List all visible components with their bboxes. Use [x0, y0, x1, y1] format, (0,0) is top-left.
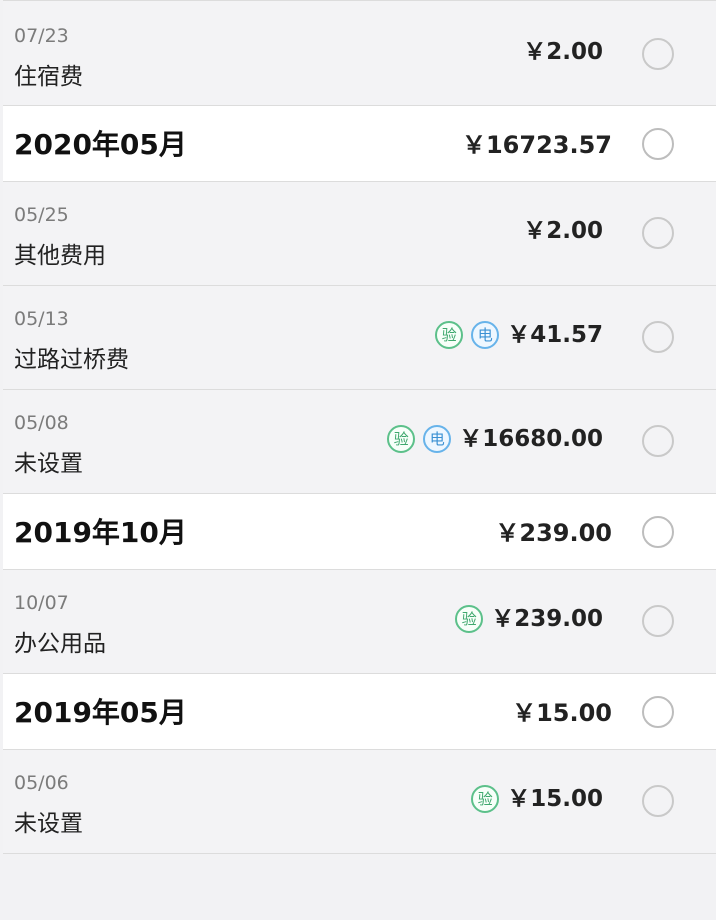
- expense-amount: ￥2.00: [523, 218, 603, 244]
- amount-area: 验 ￥239.00: [455, 604, 603, 634]
- month-header-row[interactable]: 2020年05月 ￥16723.57: [3, 106, 716, 182]
- verified-icon: 验: [387, 425, 416, 453]
- expense-date: 05/13: [14, 308, 69, 330]
- expense-item-row[interactable]: 05/08 未设置 验电 ￥16680.00: [3, 390, 716, 494]
- electronic-invoice-icon: 电: [471, 321, 500, 349]
- month-label: 2019年05月: [14, 696, 187, 729]
- expense-date: 05/08: [14, 412, 69, 434]
- month-total-amount: ￥239.00: [495, 519, 612, 547]
- amount-area: 验电 ￥16680.00: [387, 424, 603, 454]
- verified-icon: 验: [471, 785, 500, 813]
- expense-amount: ￥2.00: [523, 39, 603, 65]
- month-total-amount: ￥15.00: [512, 699, 612, 727]
- expense-category: 未设置: [14, 451, 83, 477]
- amount-area: 验 ￥15.00: [471, 784, 603, 814]
- select-month-radio[interactable]: [642, 696, 674, 728]
- electronic-invoice-icon: 电: [423, 425, 452, 453]
- expense-amount: ￥41.57: [507, 322, 603, 348]
- amount-area: ￥2.00: [523, 37, 603, 67]
- verified-icon: 验: [435, 321, 464, 349]
- expense-item-row[interactable]: 10/07 办公用品 验 ￥239.00: [3, 570, 716, 674]
- month-header-row[interactable]: 2019年10月 ￥239.00: [3, 494, 716, 570]
- select-item-radio[interactable]: [642, 38, 674, 70]
- expense-date: 07/23: [14, 25, 69, 47]
- expense-amount: ￥15.00: [507, 786, 603, 812]
- expense-category: 办公用品: [14, 631, 106, 657]
- expense-amount: ￥239.00: [491, 606, 603, 632]
- expense-list: 07/23 住宿费 ￥2.00 2020年05月 ￥16723.57 05/25 其他费用 ￥…: [3, 0, 716, 854]
- verified-icon: 验: [455, 605, 484, 633]
- expense-date: 10/07: [14, 592, 69, 614]
- expense-item-row[interactable]: 05/13 过路过桥费 验电 ￥41.57: [3, 286, 716, 390]
- expense-category: 过路过桥费: [14, 347, 129, 373]
- month-header-row[interactable]: 2019年05月 ￥15.00: [3, 674, 716, 750]
- expense-category: 住宿费: [14, 64, 83, 90]
- expense-category: 未设置: [14, 811, 83, 837]
- select-month-radio[interactable]: [642, 516, 674, 548]
- month-total-amount: ￥16723.57: [461, 131, 612, 159]
- select-item-radio[interactable]: [642, 425, 674, 457]
- select-item-radio[interactable]: [642, 321, 674, 353]
- amount-area: ￥2.00: [523, 216, 603, 246]
- amount-area: ￥15.00: [512, 698, 612, 728]
- select-item-radio[interactable]: [642, 605, 674, 637]
- expense-date: 05/06: [14, 772, 69, 794]
- select-item-radio[interactable]: [642, 217, 674, 249]
- expense-item-row[interactable]: 05/06 未设置 验 ￥15.00: [3, 750, 716, 854]
- expense-date: 05/25: [14, 204, 69, 226]
- expense-category: 其他费用: [14, 243, 106, 269]
- month-label: 2019年10月: [14, 516, 187, 549]
- expense-item-row[interactable]: 07/23 住宿费 ￥2.00: [3, 0, 716, 106]
- expense-item-row[interactable]: 05/25 其他费用 ￥2.00: [3, 182, 716, 286]
- month-label: 2020年05月: [14, 128, 187, 161]
- expense-amount: ￥16680.00: [459, 426, 603, 452]
- select-item-radio[interactable]: [642, 785, 674, 817]
- amount-area: 验电 ￥41.57: [435, 320, 603, 350]
- amount-area: ￥16723.57: [462, 130, 612, 160]
- amount-area: ￥239.00: [495, 518, 612, 548]
- select-month-radio[interactable]: [642, 128, 674, 160]
